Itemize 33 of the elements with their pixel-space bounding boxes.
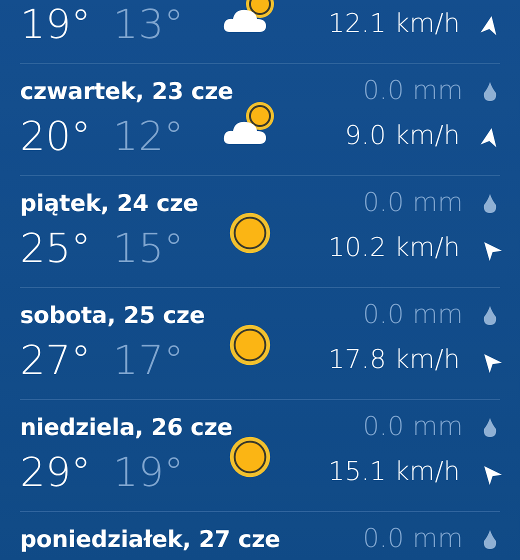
low-temperature: 17° [112,338,184,384]
rainfall-amount: 0.0 mm [362,413,463,443]
rainfall-amount: 0.0 mm [362,189,463,219]
wind-speed: 9.0 km/h [344,122,460,152]
sun-icon [227,434,273,480]
day-date: piątek, 24 cze [20,190,198,218]
sun-icon [227,210,273,256]
low-temperature: 13° [112,2,184,48]
raindrop-icon [483,194,497,214]
low-temperature: 15° [112,226,184,272]
high-temperature: 29° [20,450,91,496]
high-temperature: 25° [20,226,91,272]
rainfall-amount: 0.0 mm [362,77,463,107]
day-date: czwartek, 23 cze [20,78,234,106]
raindrop-icon [483,82,497,102]
raindrop-icon [483,306,497,326]
sun-icon [227,322,273,368]
rainfall-amount: 0.0 mm [362,525,463,555]
raindrop-icon [483,530,497,550]
day-date: niedziela, 26 cze [20,414,233,442]
high-temperature: 27° [20,338,91,384]
day-date: sobota, 25 cze [20,302,205,330]
wind-speed: 10.2 km/h [328,234,460,264]
high-temperature: 19° [20,2,91,48]
wind-speed: 12.1 km/h [328,10,460,40]
low-temperature: 12° [112,114,184,160]
low-temperature: 19° [112,450,184,496]
day-date: poniedziałek, 27 cze [20,526,280,554]
wind-speed: 17.8 km/h [328,346,460,376]
raindrop-icon [483,418,497,438]
rainfall-amount: 0.0 mm [362,301,463,331]
high-temperature: 20° [20,114,91,160]
wind-speed: 15.1 km/h [328,458,460,488]
